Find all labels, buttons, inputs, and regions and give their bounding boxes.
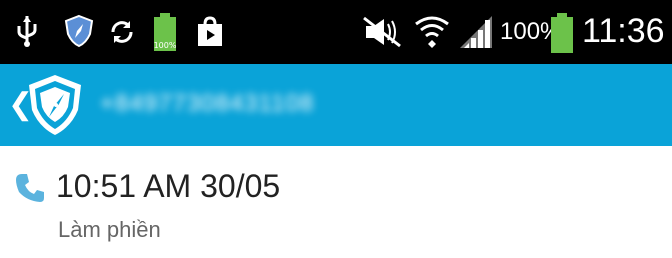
action-bar: ❮ +84977308431108 (0, 64, 672, 146)
phone-icon (16, 174, 44, 202)
battery-full-icon: 100% (154, 13, 177, 51)
battery-icon (551, 13, 573, 53)
status-bar: 100% 100% 11:36 (0, 0, 672, 64)
wifi-icon (415, 16, 449, 48)
call-category-label: Làm phiền (58, 217, 161, 242)
call-log-entry[interactable]: 10:51 AM 30/05 Làm phiền (0, 146, 672, 258)
shopping-bag-icon (198, 16, 222, 46)
svg-text:100%: 100% (154, 41, 177, 50)
sync-icon (111, 21, 133, 43)
call-time: 10:51 AM 30/05 (56, 168, 281, 204)
contact-number-blurred: +84977308431108 (100, 90, 315, 117)
signal-icon (460, 16, 492, 48)
usb-icon (17, 16, 37, 47)
shield-icon (64, 14, 94, 48)
status-clock: 11:36 (582, 12, 665, 50)
app-shield-logo[interactable] (24, 72, 86, 138)
mute-icon (363, 16, 401, 48)
